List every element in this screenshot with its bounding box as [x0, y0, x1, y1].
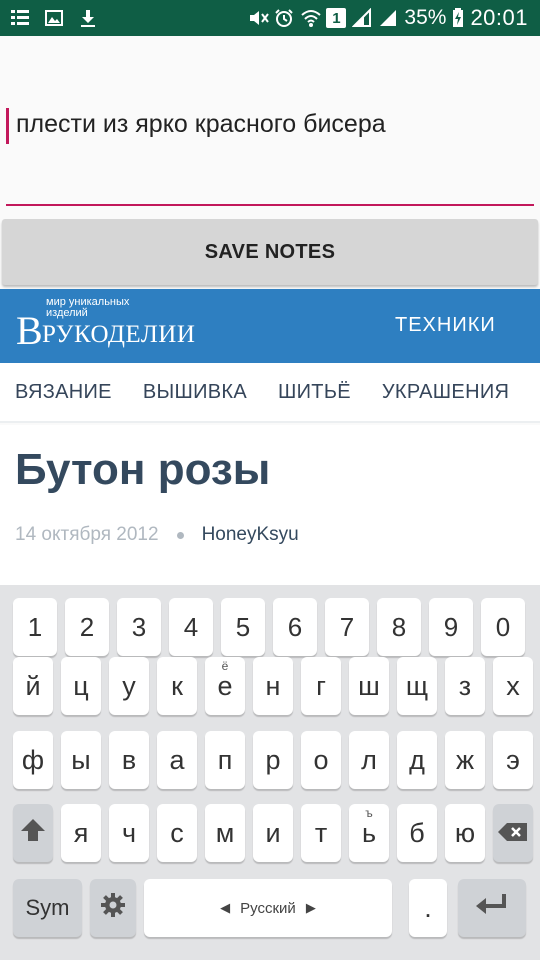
key-2[interactable]: 2	[65, 598, 109, 656]
key-г[interactable]: г	[301, 657, 341, 715]
logo-tagline: мир уникальных изделий	[46, 296, 130, 319]
key-ь[interactable]: ъ ь	[349, 804, 389, 862]
language-prev-icon: ◀	[220, 900, 231, 915]
logo-name: РУКОДЕЛИИ	[42, 321, 196, 348]
backspace-key[interactable]	[493, 804, 533, 862]
language-label: Русский	[240, 899, 296, 917]
key-8[interactable]: 8	[377, 598, 421, 656]
grid-icon	[10, 8, 30, 28]
key-с[interactable]: с	[157, 804, 197, 862]
backspace-icon	[497, 818, 529, 849]
key-9[interactable]: 9	[429, 598, 473, 656]
key-э[interactable]: э	[493, 731, 533, 789]
enter-icon	[474, 892, 510, 925]
key-e-hint: ё	[221, 659, 229, 673]
site-header: мир уникальных изделий В РУКОДЕЛИИ ТЕХНИ…	[0, 289, 540, 363]
key-д[interactable]: д	[397, 731, 437, 789]
key-6[interactable]: 6	[273, 598, 317, 656]
settings-key[interactable]	[90, 879, 136, 937]
category-nav: ВЯЗАНИЕ ВЫШИВКА ШИТЬЁ УКРАШЕНИЯ	[0, 363, 540, 423]
gear-icon	[99, 891, 127, 926]
shift-arrow-icon	[19, 816, 47, 851]
key-ц[interactable]: ц	[61, 657, 101, 715]
article-author[interactable]: HoneyKsyu	[202, 524, 299, 546]
key-ы[interactable]: ы	[61, 731, 101, 789]
key-н[interactable]: н	[253, 657, 293, 715]
article-meta: 14 октября 2012 HoneyKsyu	[15, 524, 299, 546]
sym-key[interactable]: Sym	[13, 879, 82, 937]
enter-key[interactable]	[458, 879, 526, 937]
site-logo[interactable]: мир уникальных изделий В РУКОДЕЛИИ	[14, 295, 204, 355]
key-т[interactable]: т	[301, 804, 341, 862]
article: Бутон розы 14 октября 2012 HoneyKsyu	[0, 425, 540, 585]
download-icon	[78, 8, 98, 28]
language-next-icon: ▶	[305, 900, 316, 915]
key-5[interactable]: 5	[221, 598, 265, 656]
key-ф[interactable]: ф	[13, 731, 53, 789]
category-embroidery[interactable]: ВЫШИВКА	[143, 381, 247, 404]
logo-letter: В	[16, 308, 43, 353]
text-cursor	[6, 108, 9, 144]
key-б[interactable]: б	[397, 804, 437, 862]
battery-percent: 35%	[404, 6, 447, 29]
key-о[interactable]: о	[301, 731, 341, 789]
space-key[interactable]: ◀ Русский ▶	[144, 879, 392, 937]
key-у[interactable]: у	[109, 657, 149, 715]
key-1[interactable]: 1	[13, 598, 57, 656]
alarm-icon	[274, 8, 294, 28]
key-л[interactable]: л	[349, 731, 389, 789]
status-bar: 1 35% 20:01	[0, 0, 540, 36]
key-soft-label: ь	[361, 817, 377, 848]
wifi-icon	[300, 8, 322, 28]
key-4[interactable]: 4	[169, 598, 213, 656]
notes-input-text: плести из ярко красного бисера	[16, 110, 386, 138]
key-к[interactable]: к	[157, 657, 197, 715]
meta-separator-dot	[176, 531, 184, 539]
key-в[interactable]: в	[109, 731, 149, 789]
clock-time: 20:01	[470, 5, 528, 30]
key-ю[interactable]: ю	[445, 804, 485, 862]
key-ж[interactable]: ж	[445, 731, 485, 789]
shift-key[interactable]	[13, 804, 53, 862]
techniques-link[interactable]: ТЕХНИКИ	[395, 314, 496, 337]
battery-charging-icon	[452, 8, 464, 28]
notes-panel: плести из ярко красного бисера SAVE NOTE…	[0, 36, 540, 289]
key-п[interactable]: п	[205, 731, 245, 789]
sim-icon: 1	[326, 8, 347, 28]
save-notes-button[interactable]: SAVE NOTES	[2, 219, 538, 285]
category-jewelry[interactable]: УКРАШЕНИЯ	[382, 381, 509, 404]
signal-icon-2	[378, 8, 398, 28]
key-я[interactable]: я	[61, 804, 101, 862]
key-7[interactable]: 7	[325, 598, 369, 656]
image-icon	[44, 8, 64, 28]
key-0[interactable]: 0	[481, 598, 525, 656]
key-з[interactable]: з	[445, 657, 485, 715]
category-sewing[interactable]: ШИТЬЁ	[278, 381, 351, 404]
soft-keyboard: 1 2 3 4 5 6 7 8 9 0 й ц у к ё е н г ш щ …	[0, 585, 540, 960]
key-3[interactable]: 3	[117, 598, 161, 656]
screen: 1 35% 20:01 плести из ярко красного бисе…	[0, 0, 540, 960]
period-key[interactable]: .	[409, 879, 447, 937]
signal-icon	[351, 7, 372, 28]
key-м[interactable]: м	[205, 804, 245, 862]
key-ч[interactable]: ч	[109, 804, 149, 862]
key-и[interactable]: и	[253, 804, 293, 862]
key-а[interactable]: а	[157, 731, 197, 789]
key-ш[interactable]: ш	[349, 657, 389, 715]
key-soft-hint: ъ	[365, 806, 373, 820]
key-щ[interactable]: щ	[397, 657, 437, 715]
key-й[interactable]: й	[13, 657, 53, 715]
article-date: 14 октября 2012	[15, 524, 159, 545]
notes-input[interactable]: плести из ярко красного бисера	[6, 106, 534, 206]
key-e-label: е	[217, 670, 233, 701]
key-е[interactable]: ё е	[205, 657, 245, 715]
article-title: Бутон розы	[15, 445, 271, 494]
mute-icon	[248, 8, 270, 28]
category-knitting[interactable]: ВЯЗАНИЕ	[15, 381, 112, 404]
key-р[interactable]: р	[253, 731, 293, 789]
key-х[interactable]: х	[493, 657, 533, 715]
